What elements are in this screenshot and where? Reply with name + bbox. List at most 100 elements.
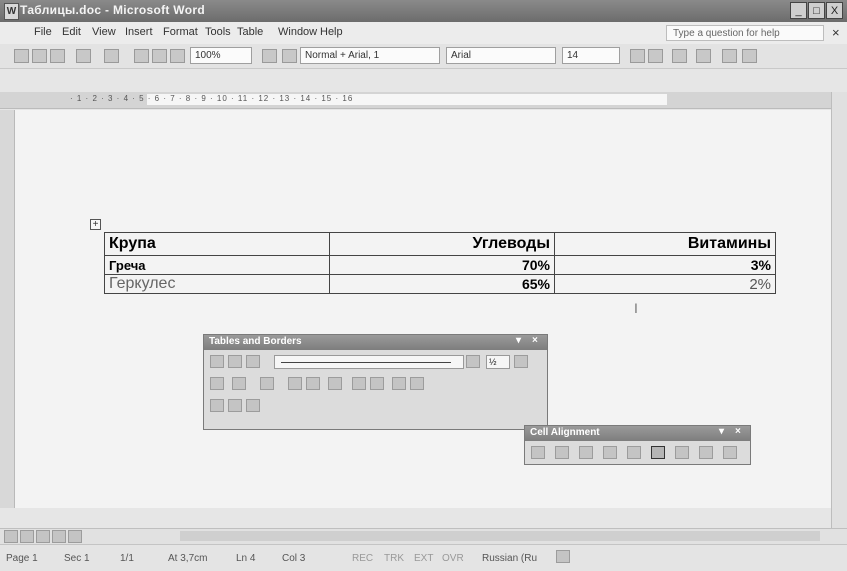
horizontal-scrollbar[interactable] bbox=[180, 531, 820, 541]
bold-icon[interactable] bbox=[630, 49, 645, 63]
pencil-icon[interactable] bbox=[246, 355, 260, 368]
distribute-rows-icon[interactable] bbox=[352, 377, 366, 390]
styles-icon[interactable] bbox=[282, 49, 297, 63]
table-cell[interactable]: Геркулес bbox=[104, 274, 330, 294]
open-icon[interactable] bbox=[50, 49, 65, 63]
zoom-select[interactable]: 100% bbox=[190, 47, 252, 64]
shading-color-icon[interactable] bbox=[232, 377, 246, 390]
table-cell[interactable]: 3% bbox=[554, 255, 776, 275]
status-ovr[interactable]: OVR bbox=[442, 553, 464, 564]
word-app-icon[interactable]: W bbox=[4, 3, 19, 20]
insert-table-icon[interactable] bbox=[260, 377, 274, 390]
line-style-select[interactable] bbox=[274, 355, 464, 369]
table-header-cell[interactable]: Углеводы bbox=[329, 232, 555, 256]
menu-insert[interactable]: Insert bbox=[125, 26, 153, 38]
table-cell[interactable]: Греча bbox=[104, 255, 330, 275]
menu-view[interactable]: View bbox=[92, 26, 116, 38]
borders-icon[interactable] bbox=[210, 377, 224, 390]
close-button[interactable]: X bbox=[826, 2, 843, 19]
style-select[interactable]: Normal + Arial, 1 bbox=[300, 47, 440, 64]
save-icon[interactable] bbox=[32, 49, 47, 63]
status-ext[interactable]: EXT bbox=[414, 553, 433, 564]
new-icon[interactable] bbox=[14, 49, 29, 63]
font-select[interactable]: Arial bbox=[446, 47, 556, 64]
align-center-icon[interactable] bbox=[627, 446, 641, 459]
border-color-icon[interactable] bbox=[514, 355, 528, 368]
table-cell[interactable]: 2% bbox=[554, 274, 776, 294]
align-bottom-center-icon[interactable] bbox=[699, 446, 713, 459]
toolbar-close-icon[interactable]: × bbox=[532, 335, 538, 346]
table-header-cell[interactable]: Витамины bbox=[554, 232, 776, 256]
toolbar-title: Tables and Borders bbox=[209, 336, 302, 347]
align-top-right-icon[interactable] bbox=[579, 446, 593, 459]
title-bar: W Таблицы.doc - Microsoft Word _ □ X bbox=[0, 0, 847, 22]
spelling-status-icon[interactable] bbox=[556, 550, 570, 563]
font-size-select[interactable]: 14 bbox=[562, 47, 620, 64]
read-icon[interactable] bbox=[262, 49, 277, 63]
show-formatting-icon[interactable] bbox=[170, 49, 185, 63]
cell-alignment-close-icon[interactable]: × bbox=[735, 426, 741, 437]
align-top-center-icon[interactable] bbox=[555, 446, 569, 459]
align-bottom-right-icon[interactable] bbox=[723, 446, 737, 459]
distribute-columns-icon[interactable] bbox=[370, 377, 384, 390]
menu-table[interactable]: Table bbox=[237, 26, 263, 38]
web-layout-icon[interactable] bbox=[20, 530, 34, 543]
menu-help[interactable]: Help bbox=[320, 26, 343, 38]
horizontal-ruler[interactable]: · 1 · 2 · 3 · 4 · 5 · 6 · 7 · 8 · 9 · 10… bbox=[0, 92, 847, 109]
table-move-handle-icon[interactable]: + bbox=[90, 219, 101, 230]
print-layout-icon[interactable] bbox=[36, 530, 50, 543]
align-cell-icon[interactable] bbox=[328, 377, 342, 390]
align-top-left-icon[interactable] bbox=[531, 446, 545, 459]
reading-layout-icon[interactable] bbox=[68, 530, 82, 543]
table-autoformat-icon[interactable] bbox=[392, 377, 406, 390]
align-bottom-left-icon[interactable] bbox=[675, 446, 689, 459]
autosum-icon[interactable] bbox=[246, 399, 260, 412]
menu-edit[interactable]: Edit bbox=[62, 26, 81, 38]
sort-descending-icon[interactable] bbox=[228, 399, 242, 412]
cell-alignment-title-bar[interactable]: Cell Alignment ▾ × bbox=[525, 426, 750, 441]
status-section: Sec 1 bbox=[64, 553, 90, 564]
help-question-input[interactable]: Type a question for help bbox=[666, 25, 824, 41]
insert-table-icon[interactable] bbox=[134, 49, 149, 63]
outline-view-icon[interactable] bbox=[52, 530, 66, 543]
minimize-button[interactable]: _ bbox=[790, 2, 807, 19]
cell-alignment-options-icon[interactable]: ▾ bbox=[719, 426, 724, 437]
status-at: At 3,7cm bbox=[168, 553, 208, 564]
menu-file[interactable]: File bbox=[34, 26, 52, 38]
eraser-icon[interactable] bbox=[228, 355, 242, 368]
draw-table-icon[interactable] bbox=[210, 355, 224, 368]
menu-tools[interactable]: Tools bbox=[205, 26, 231, 38]
sort-ascending-icon[interactable] bbox=[210, 399, 224, 412]
menu-window[interactable]: Window bbox=[278, 26, 317, 38]
line-style-dropdown-icon[interactable] bbox=[466, 355, 480, 368]
close-document-button[interactable]: × bbox=[832, 25, 840, 40]
vertical-ruler[interactable] bbox=[0, 110, 15, 508]
status-rec[interactable]: REC bbox=[352, 553, 373, 564]
underline-icon[interactable] bbox=[648, 49, 663, 63]
undo-icon[interactable] bbox=[76, 49, 91, 63]
split-cells-icon[interactable] bbox=[306, 377, 320, 390]
table-header-cell[interactable]: Крупа bbox=[104, 232, 330, 256]
line-weight-select[interactable]: ½ bbox=[486, 355, 510, 369]
maximize-button[interactable]: □ bbox=[808, 2, 825, 19]
redo-icon[interactable] bbox=[104, 49, 119, 63]
status-trk[interactable]: TRK bbox=[384, 553, 404, 564]
bullets-icon[interactable] bbox=[672, 49, 687, 63]
columns-icon[interactable] bbox=[152, 49, 167, 63]
menu-format[interactable]: Format bbox=[163, 26, 198, 38]
normal-view-icon[interactable] bbox=[4, 530, 18, 543]
status-bar: Page 1 Sec 1 1/1 At 3,7cm Ln 4 Col 3 REC… bbox=[0, 544, 847, 571]
table-cell[interactable]: 70% bbox=[329, 255, 555, 275]
font-color-icon[interactable] bbox=[742, 49, 757, 63]
toolbar-options-icon[interactable]: ▾ bbox=[516, 335, 521, 346]
toolbar-title-bar[interactable]: Tables and Borders ▾ × bbox=[204, 335, 547, 350]
change-text-direction-icon[interactable] bbox=[410, 377, 424, 390]
highlight-icon[interactable] bbox=[722, 49, 737, 63]
borders-icon[interactable] bbox=[696, 49, 711, 63]
merge-cells-icon[interactable] bbox=[288, 377, 302, 390]
table-cell[interactable]: 65% bbox=[329, 274, 555, 294]
align-center-right-icon[interactable] bbox=[651, 446, 665, 459]
align-center-left-icon[interactable] bbox=[603, 446, 617, 459]
vertical-scrollbar[interactable] bbox=[831, 92, 847, 528]
data-table[interactable]: Крупа Углеводы Витамины Греча 70% 3% Гер… bbox=[104, 232, 776, 294]
